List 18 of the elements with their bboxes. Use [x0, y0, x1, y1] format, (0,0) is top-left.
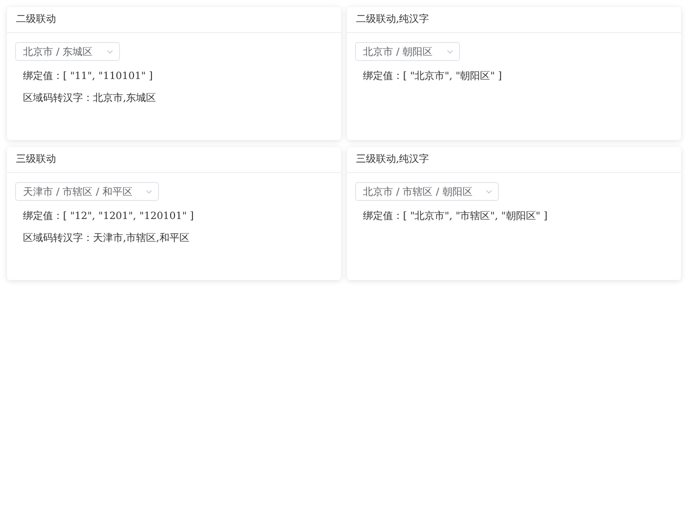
result-text: 绑定值：[ "北京市", "朝阳区" ]: [362, 70, 503, 83]
cascader-select[interactable]: 北京市 / 市辖区 / 朝阳区: [355, 182, 500, 201]
result-text: 绑定值：[ "北京市", "市辖区", "朝阳区" ]: [362, 210, 548, 223]
cascader-select[interactable]: 北京市 / 朝阳区: [355, 42, 460, 61]
chevron-down-icon: [486, 190, 492, 194]
result-text: 绑定值：[ "11", "110101" ]: [22, 70, 154, 83]
result-text: 区域码转汉字：北京市,东城区: [22, 92, 158, 105]
card-title: 二级联动,纯汉字: [347, 7, 681, 33]
chevron-down-icon: [446, 50, 453, 54]
result-text: 区域码转汉字：天津市,市辖区,和平区: [22, 232, 190, 245]
card-title: 二级联动: [7, 7, 341, 33]
card-title: 三级联动: [7, 147, 341, 173]
cascader-select[interactable]: 北京市 / 东城区: [15, 42, 120, 61]
cascader-select[interactable]: 天津市 / 市辖区 / 和平区: [15, 182, 160, 201]
result-text: 绑定值：[ "12", "1201", "120101" ]: [22, 210, 195, 223]
card-title: 三级联动,纯汉字: [347, 147, 681, 173]
chevron-down-icon: [106, 50, 113, 54]
chevron-down-icon: [146, 190, 152, 194]
